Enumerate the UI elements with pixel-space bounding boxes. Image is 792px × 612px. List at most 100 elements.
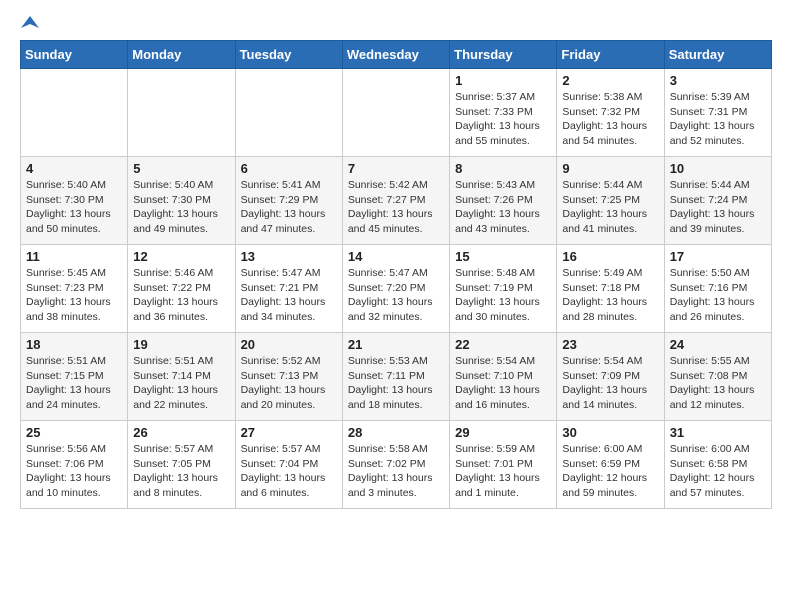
day-info: Sunrise: 5:42 AM Sunset: 7:27 PM Dayligh… — [348, 178, 444, 237]
day-number: 10 — [670, 161, 766, 176]
day-number: 1 — [455, 73, 551, 88]
logo-bird-icon — [21, 14, 39, 32]
day-info: Sunrise: 5:48 AM Sunset: 7:19 PM Dayligh… — [455, 266, 551, 325]
calendar-cell: 8 Sunrise: 5:43 AM Sunset: 7:26 PM Daylig… — [450, 157, 557, 245]
day-info: Sunrise: 6:00 AM Sunset: 6:58 PM Dayligh… — [670, 442, 766, 501]
day-number: 7 — [348, 161, 444, 176]
day-number: 25 — [26, 425, 122, 440]
calendar-cell — [342, 69, 449, 157]
calendar-cell: 10 Sunrise: 5:44 AM Sunset: 7:24 PM Dayli… — [664, 157, 771, 245]
day-info: Sunrise: 5:37 AM Sunset: 7:33 PM Dayligh… — [455, 90, 551, 149]
day-header-saturday: Saturday — [664, 41, 771, 69]
day-number: 17 — [670, 249, 766, 264]
calendar-cell: 15 Sunrise: 5:48 AM Sunset: 7:19 PM Dayli… — [450, 245, 557, 333]
day-info: Sunrise: 5:38 AM Sunset: 7:32 PM Dayligh… — [562, 90, 658, 149]
day-number: 11 — [26, 249, 122, 264]
day-number: 21 — [348, 337, 444, 352]
day-info: Sunrise: 5:56 AM Sunset: 7:06 PM Dayligh… — [26, 442, 122, 501]
day-number: 30 — [562, 425, 658, 440]
day-info: Sunrise: 5:46 AM Sunset: 7:22 PM Dayligh… — [133, 266, 229, 325]
day-number: 31 — [670, 425, 766, 440]
header — [20, 16, 772, 32]
day-number: 12 — [133, 249, 229, 264]
day-info: Sunrise: 5:40 AM Sunset: 7:30 PM Dayligh… — [133, 178, 229, 237]
calendar-cell: 22 Sunrise: 5:54 AM Sunset: 7:10 PM Dayli… — [450, 333, 557, 421]
calendar-cell: 30 Sunrise: 6:00 AM Sunset: 6:59 PM Dayli… — [557, 421, 664, 509]
day-info: Sunrise: 5:54 AM Sunset: 7:09 PM Dayligh… — [562, 354, 658, 413]
calendar-cell: 25 Sunrise: 5:56 AM Sunset: 7:06 PM Dayli… — [21, 421, 128, 509]
day-number: 15 — [455, 249, 551, 264]
calendar-cell: 19 Sunrise: 5:51 AM Sunset: 7:14 PM Dayli… — [128, 333, 235, 421]
day-number: 28 — [348, 425, 444, 440]
day-number: 24 — [670, 337, 766, 352]
day-headers-row: SundayMondayTuesdayWednesdayThursdayFrid… — [21, 41, 772, 69]
day-number: 2 — [562, 73, 658, 88]
calendar-cell: 28 Sunrise: 5:58 AM Sunset: 7:02 PM Dayli… — [342, 421, 449, 509]
day-number: 6 — [241, 161, 337, 176]
day-number: 16 — [562, 249, 658, 264]
day-number: 26 — [133, 425, 229, 440]
day-number: 14 — [348, 249, 444, 264]
day-number: 5 — [133, 161, 229, 176]
day-number: 27 — [241, 425, 337, 440]
day-info: Sunrise: 5:57 AM Sunset: 7:04 PM Dayligh… — [241, 442, 337, 501]
day-header-sunday: Sunday — [21, 41, 128, 69]
calendar-cell: 21 Sunrise: 5:53 AM Sunset: 7:11 PM Dayli… — [342, 333, 449, 421]
day-number: 18 — [26, 337, 122, 352]
day-number: 8 — [455, 161, 551, 176]
calendar-week-4: 18Sunrise: 5:51 AM Sunset: 7:15 PM Dayli… — [21, 333, 772, 421]
calendar-cell: 12 Sunrise: 5:46 AM Sunset: 7:22 PM Dayli… — [128, 245, 235, 333]
day-info: Sunrise: 5:58 AM Sunset: 7:02 PM Dayligh… — [348, 442, 444, 501]
calendar-cell — [128, 69, 235, 157]
day-info: Sunrise: 6:00 AM Sunset: 6:59 PM Dayligh… — [562, 442, 658, 501]
day-info: Sunrise: 5:43 AM Sunset: 7:26 PM Dayligh… — [455, 178, 551, 237]
calendar-cell: 24 Sunrise: 5:55 AM Sunset: 7:08 PM Dayli… — [664, 333, 771, 421]
calendar-cell — [235, 69, 342, 157]
calendar-table: SundayMondayTuesdayWednesdayThursdayFrid… — [20, 40, 772, 509]
logo — [20, 16, 39, 32]
day-info: Sunrise: 5:50 AM Sunset: 7:16 PM Dayligh… — [670, 266, 766, 325]
calendar-cell: 1 Sunrise: 5:37 AM Sunset: 7:33 PM Daylig… — [450, 69, 557, 157]
day-info: Sunrise: 5:40 AM Sunset: 7:30 PM Dayligh… — [26, 178, 122, 237]
calendar-cell: 31 Sunrise: 6:00 AM Sunset: 6:58 PM Dayli… — [664, 421, 771, 509]
calendar-cell: 16 Sunrise: 5:49 AM Sunset: 7:18 PM Dayli… — [557, 245, 664, 333]
calendar-cell: 5 Sunrise: 5:40 AM Sunset: 7:30 PM Daylig… — [128, 157, 235, 245]
day-header-thursday: Thursday — [450, 41, 557, 69]
day-info: Sunrise: 5:39 AM Sunset: 7:31 PM Dayligh… — [670, 90, 766, 149]
day-info: Sunrise: 5:54 AM Sunset: 7:10 PM Dayligh… — [455, 354, 551, 413]
calendar-week-3: 11 Sunrise: 5:45 AM Sunset: 7:23 PM Dayli… — [21, 245, 772, 333]
day-number: 20 — [241, 337, 337, 352]
day-info: Sunrise: 5:53 AM Sunset: 7:11 PM Dayligh… — [348, 354, 444, 413]
calendar-cell: 9Sunrise: 5:44 AM Sunset: 7:25 PM Daylig… — [557, 157, 664, 245]
day-info: Sunrise: 5:47 AM Sunset: 7:21 PM Dayligh… — [241, 266, 337, 325]
day-number: 13 — [241, 249, 337, 264]
day-number: 23 — [562, 337, 658, 352]
day-info: Sunrise: 5:57 AM Sunset: 7:05 PM Dayligh… — [133, 442, 229, 501]
calendar-cell: 7 Sunrise: 5:42 AM Sunset: 7:27 PM Daylig… — [342, 157, 449, 245]
calendar-cell: 2 Sunrise: 5:38 AM Sunset: 7:32 PM Daylig… — [557, 69, 664, 157]
day-info: Sunrise: 5:45 AM Sunset: 7:23 PM Dayligh… — [26, 266, 122, 325]
calendar-cell: 14 Sunrise: 5:47 AM Sunset: 7:20 PM Dayli… — [342, 245, 449, 333]
day-info: Sunrise: 5:59 AM Sunset: 7:01 PM Dayligh… — [455, 442, 551, 501]
day-number: 19 — [133, 337, 229, 352]
day-header-tuesday: Tuesday — [235, 41, 342, 69]
calendar-cell: 3Sunrise: 5:39 AM Sunset: 7:31 PM Daylig… — [664, 69, 771, 157]
day-info: Sunrise: 5:51 AM Sunset: 7:14 PM Dayligh… — [133, 354, 229, 413]
calendar-cell: 4Sunrise: 5:40 AM Sunset: 7:30 PM Daylig… — [21, 157, 128, 245]
day-info: Sunrise: 5:44 AM Sunset: 7:24 PM Dayligh… — [670, 178, 766, 237]
day-info: Sunrise: 5:41 AM Sunset: 7:29 PM Dayligh… — [241, 178, 337, 237]
day-info: Sunrise: 5:49 AM Sunset: 7:18 PM Dayligh… — [562, 266, 658, 325]
calendar-cell: 11 Sunrise: 5:45 AM Sunset: 7:23 PM Dayli… — [21, 245, 128, 333]
day-header-friday: Friday — [557, 41, 664, 69]
calendar-week-1: 1 Sunrise: 5:37 AM Sunset: 7:33 PM Daylig… — [21, 69, 772, 157]
day-number: 9 — [562, 161, 658, 176]
calendar-cell: 26 Sunrise: 5:57 AM Sunset: 7:05 PM Dayli… — [128, 421, 235, 509]
day-info: Sunrise: 5:47 AM Sunset: 7:20 PM Dayligh… — [348, 266, 444, 325]
calendar-cell: 29Sunrise: 5:59 AM Sunset: 7:01 PM Dayli… — [450, 421, 557, 509]
day-header-wednesday: Wednesday — [342, 41, 449, 69]
day-number: 22 — [455, 337, 551, 352]
calendar-cell — [21, 69, 128, 157]
day-info: Sunrise: 5:55 AM Sunset: 7:08 PM Dayligh… — [670, 354, 766, 413]
calendar-cell: 13 Sunrise: 5:47 AM Sunset: 7:21 PM Dayli… — [235, 245, 342, 333]
calendar-week-2: 4Sunrise: 5:40 AM Sunset: 7:30 PM Daylig… — [21, 157, 772, 245]
